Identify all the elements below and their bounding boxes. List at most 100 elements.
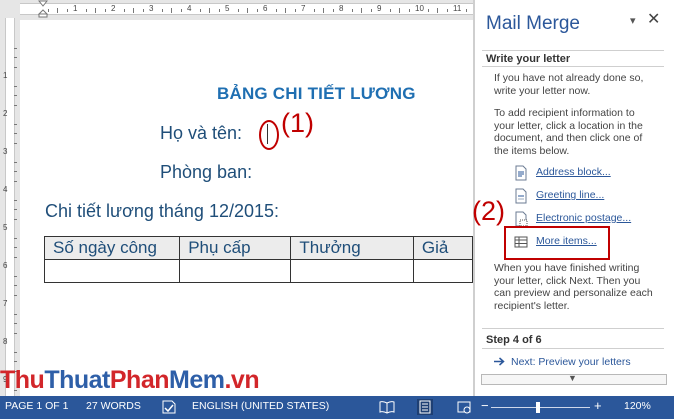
ruler-tick bbox=[14, 218, 17, 220]
ruler-tick bbox=[14, 133, 17, 134]
ruler-tick bbox=[256, 9, 258, 12]
ruler-tick bbox=[123, 9, 125, 12]
table-cell[interactable] bbox=[290, 259, 414, 283]
greeting-line-link[interactable]: Greeting line... bbox=[512, 187, 657, 205]
watermark-logo: ThuThuatPhanMem.vn bbox=[0, 366, 260, 395]
page-count[interactable]: PAGE 1 OF 1 bbox=[5, 400, 68, 412]
ruler-tick bbox=[14, 57, 17, 58]
horizontal-ruler[interactable]: 1 2 3 4 5 6 7 8 9 10 11 bbox=[0, 0, 473, 18]
ruler-bar[interactable]: 123456789 bbox=[3, 18, 17, 396]
ruler-number: 2 bbox=[111, 4, 116, 13]
ruler-tick bbox=[14, 171, 17, 172]
zoom-slider[interactable] bbox=[491, 407, 590, 408]
word-count[interactable]: 27 WORDS bbox=[86, 400, 141, 412]
zoom-level[interactable]: 120% bbox=[624, 400, 651, 412]
ruler-tick bbox=[275, 9, 277, 12]
language-indicator[interactable]: ENGLISH (UNITED STATES) bbox=[192, 400, 329, 412]
indent-marker-icon[interactable] bbox=[38, 0, 48, 18]
ruler-tick bbox=[14, 142, 17, 144]
ruler-tick bbox=[14, 256, 17, 258]
next-step-label: Next: Preview your letters bbox=[511, 356, 631, 368]
ruler-tick bbox=[446, 9, 448, 12]
ruler-tick bbox=[104, 9, 106, 12]
pane-options-dropdown-icon[interactable]: ▾ bbox=[630, 14, 636, 27]
ruler-tick bbox=[85, 9, 87, 12]
divider bbox=[482, 328, 664, 329]
ruler-tick bbox=[199, 9, 201, 12]
document-page[interactable]: BẢNG CHI TIẾT LƯƠNG Họ và tên: Phòng ban… bbox=[20, 20, 473, 396]
ruler-tick bbox=[171, 8, 172, 13]
pane-scrollbar[interactable]: ▼ bbox=[481, 373, 667, 385]
ruler-tick bbox=[209, 8, 210, 13]
vertical-ruler[interactable]: 123456789 bbox=[0, 18, 18, 396]
ruler-tick bbox=[14, 323, 17, 324]
ruler-number: 8 bbox=[3, 337, 8, 346]
ruler-tick bbox=[14, 95, 17, 96]
ruler-tick bbox=[361, 8, 362, 13]
proofing-icon[interactable] bbox=[161, 399, 177, 415]
ruler-tick bbox=[408, 9, 410, 12]
ruler-number: 3 bbox=[3, 147, 8, 156]
print-layout-icon[interactable] bbox=[417, 399, 433, 415]
read-mode-icon[interactable] bbox=[379, 399, 395, 415]
link-label: Greeting line... bbox=[536, 189, 605, 201]
step-header: Step 4 of 6 bbox=[486, 334, 542, 346]
document-area: 1 2 3 4 5 6 7 8 9 10 11 123456789 BẢNG CHI TIẾT LƯ… bbox=[0, 0, 473, 396]
ruler-tick bbox=[66, 9, 68, 12]
ruler-tick bbox=[14, 313, 17, 315]
ruler-tick bbox=[142, 9, 144, 12]
ruler-tick bbox=[14, 180, 17, 182]
table-cell[interactable] bbox=[43, 259, 181, 283]
scroll-down-icon[interactable]: ▼ bbox=[568, 373, 577, 383]
ruler-tick bbox=[95, 8, 96, 13]
ruler-tick bbox=[14, 361, 17, 362]
table-header-cell: Thưởng bbox=[290, 236, 414, 260]
ruler-tick bbox=[14, 247, 17, 248]
ruler-tick bbox=[14, 275, 17, 277]
zoom-slider-thumb[interactable] bbox=[536, 402, 540, 413]
ruler-number: 6 bbox=[3, 261, 8, 270]
ruler-tick bbox=[14, 199, 17, 201]
ruler-number: 7 bbox=[301, 4, 306, 13]
ruler-number: 4 bbox=[187, 4, 192, 13]
ruler-number: 2 bbox=[3, 109, 8, 118]
ruler-tick bbox=[237, 9, 239, 12]
table-header-cell: Phụ cấp bbox=[179, 236, 292, 260]
pane-close-icon[interactable]: ✕ bbox=[647, 9, 660, 29]
ruler-tick bbox=[14, 47, 17, 49]
ruler-number: 3 bbox=[149, 4, 154, 13]
link-label: Address block... bbox=[536, 166, 611, 178]
ruler-number: 6 bbox=[263, 4, 268, 13]
ruler-tick bbox=[180, 9, 182, 12]
ruler-tick bbox=[370, 9, 372, 12]
ruler-tick bbox=[323, 8, 324, 13]
zoom-in-button[interactable]: + bbox=[594, 398, 602, 413]
table-cell[interactable] bbox=[179, 259, 292, 283]
ruler-tick bbox=[218, 9, 220, 12]
ruler-tick bbox=[437, 8, 438, 13]
ruler-tick bbox=[161, 9, 163, 12]
ruler-tick bbox=[313, 9, 315, 12]
divider bbox=[482, 348, 664, 349]
zoom-out-button[interactable]: − bbox=[481, 398, 489, 413]
table-cell[interactable] bbox=[412, 259, 473, 283]
ruler-tick bbox=[14, 66, 17, 68]
ruler-bar[interactable]: 1 2 3 4 5 6 7 8 9 10 11 bbox=[20, 3, 473, 15]
name-label: Họ và tên: bbox=[160, 123, 243, 143]
ruler-number: 1 bbox=[3, 71, 8, 80]
web-layout-icon[interactable] bbox=[456, 399, 472, 415]
ruler-tick bbox=[57, 8, 58, 13]
ruler-tick bbox=[294, 9, 296, 12]
annotation-highlight-box bbox=[504, 226, 610, 260]
ruler-tick bbox=[14, 104, 17, 106]
next-step-link[interactable]: Next: Preview your letters bbox=[494, 356, 631, 368]
ruler-tick bbox=[247, 8, 248, 13]
greeting-line-icon bbox=[515, 188, 527, 204]
ruler-tick bbox=[389, 9, 391, 12]
pane-title: Mail Merge bbox=[486, 13, 580, 34]
address-block-link[interactable]: Address block... bbox=[512, 164, 657, 182]
ruler-number: 10 bbox=[415, 4, 424, 13]
finish-text: When you have finished writing your lett… bbox=[494, 262, 653, 312]
ruler-tick bbox=[14, 209, 17, 210]
ruler-number: 9 bbox=[377, 4, 382, 13]
